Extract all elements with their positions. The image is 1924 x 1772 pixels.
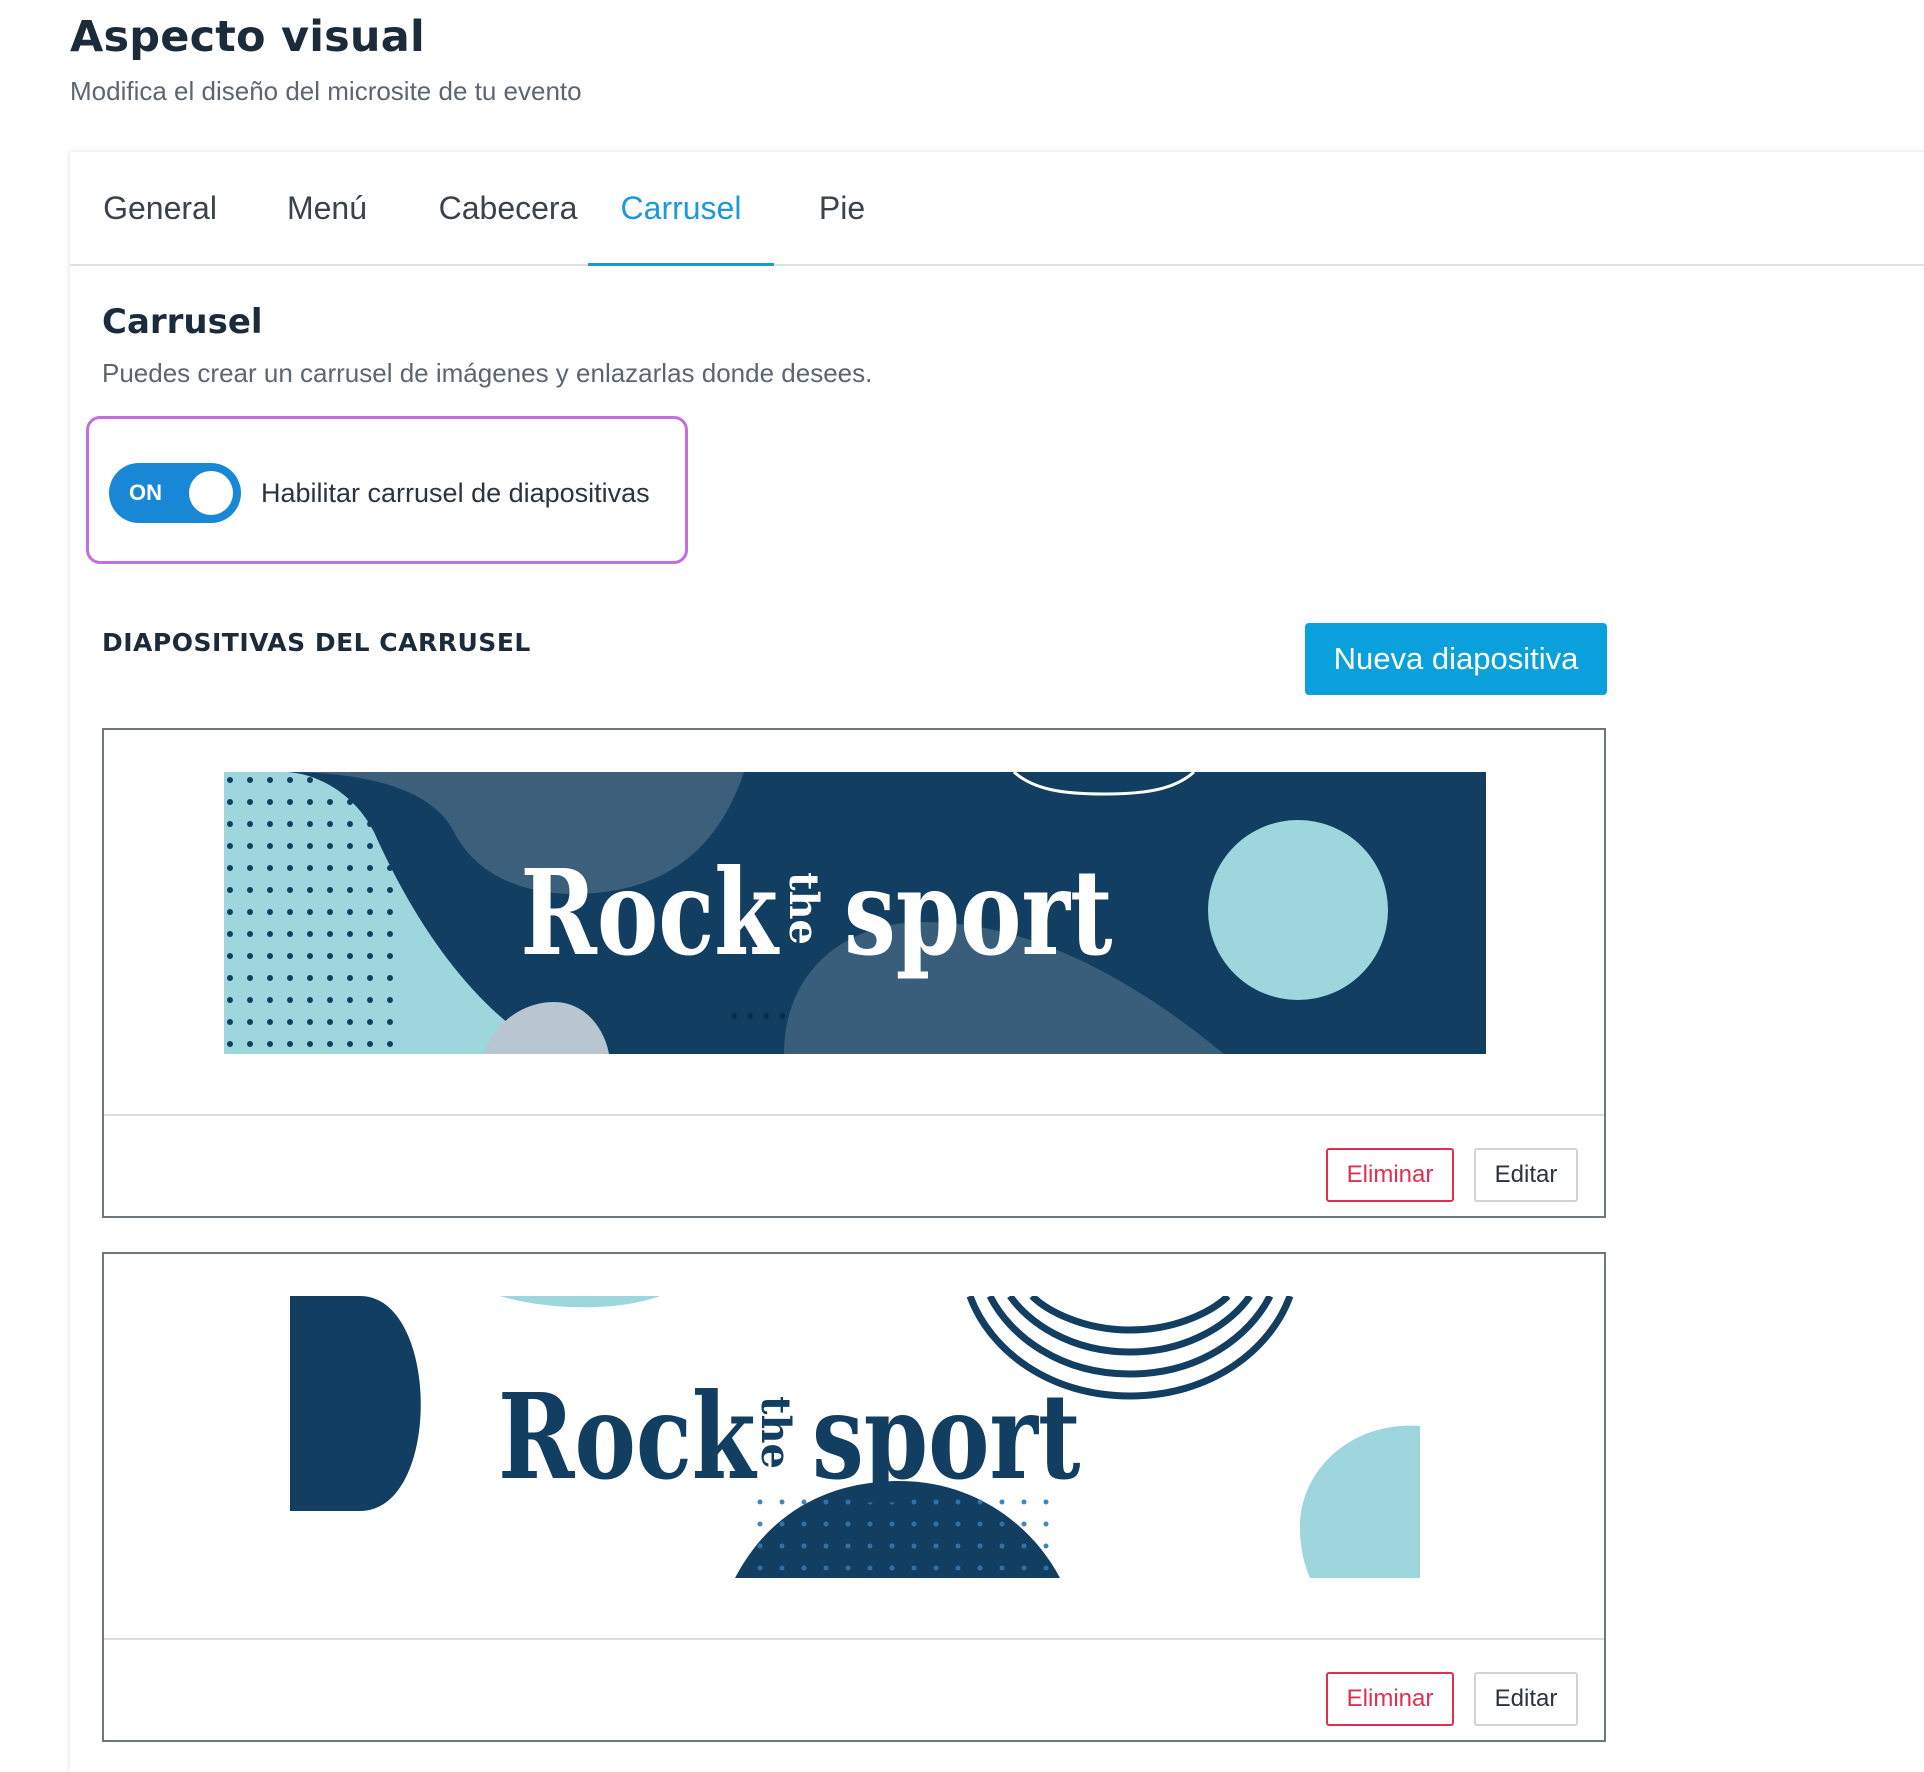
tab-cabecera[interactable]: Cabecera: [438, 152, 578, 264]
edit-slide-button[interactable]: Editar: [1474, 1672, 1578, 1726]
page-subtitle: Modifica el diseño del microsite de tu e…: [70, 76, 582, 106]
toggle-label: Habilitar carrusel de diapositivas: [261, 478, 650, 508]
banner-word-sport: sport: [844, 844, 1113, 982]
slides-heading: DIAPOSITIVAS DEL CARRUSEL: [102, 628, 531, 657]
carousel-enable-toggle[interactable]: ON: [109, 463, 241, 523]
banner-image-dark: Rock the sport: [224, 772, 1486, 1054]
section-description: Puedes crear un carrusel de imágenes y e…: [102, 358, 873, 388]
settings-panel: General Menú Cabecera Carrusel Pie Carru…: [70, 152, 1924, 1772]
tab-general[interactable]: General: [102, 152, 218, 264]
carousel-toggle-highlight: ON Habilitar carrusel de diapositivas: [86, 416, 688, 564]
section-title: Carrusel: [102, 302, 263, 342]
banner-word-the: the: [780, 872, 827, 945]
edit-slide-button[interactable]: Editar: [1474, 1148, 1578, 1202]
page-title: Aspecto visual: [70, 12, 425, 62]
slide-card: Rock the sport Eliminar Editar: [102, 728, 1606, 1218]
slide-actions: Eliminar Editar: [104, 1638, 1604, 1742]
banner-word-rock: Rock: [520, 844, 780, 982]
tab-bar: General Menú Cabecera Carrusel Pie: [70, 152, 1924, 266]
slide-image[interactable]: Rock the sport: [104, 1254, 1604, 1638]
toggle-knob: [189, 471, 233, 515]
slide-actions: Eliminar Editar: [104, 1114, 1604, 1218]
new-slide-button[interactable]: Nueva diapositiva: [1305, 623, 1607, 695]
toggle-state-text: ON: [129, 480, 162, 505]
banner-image-light: Rock the sport: [290, 1296, 1420, 1578]
banner-word-the: the: [752, 1396, 799, 1469]
banner-word-rock: Rock: [498, 1368, 758, 1506]
banner-word-sport: sport: [812, 1368, 1081, 1506]
tab-carrusel[interactable]: Carrusel: [588, 152, 774, 266]
slide-image[interactable]: Rock the sport: [104, 730, 1604, 1114]
delete-slide-button[interactable]: Eliminar: [1326, 1148, 1454, 1202]
slide-card: Rock the sport Eliminar Editar: [102, 1252, 1606, 1742]
tab-pie[interactable]: Pie: [804, 152, 880, 264]
tab-menu[interactable]: Menú: [275, 152, 379, 264]
delete-slide-button[interactable]: Eliminar: [1326, 1672, 1454, 1726]
page-header: Aspecto visual Modifica el diseño del mi…: [70, 12, 582, 107]
